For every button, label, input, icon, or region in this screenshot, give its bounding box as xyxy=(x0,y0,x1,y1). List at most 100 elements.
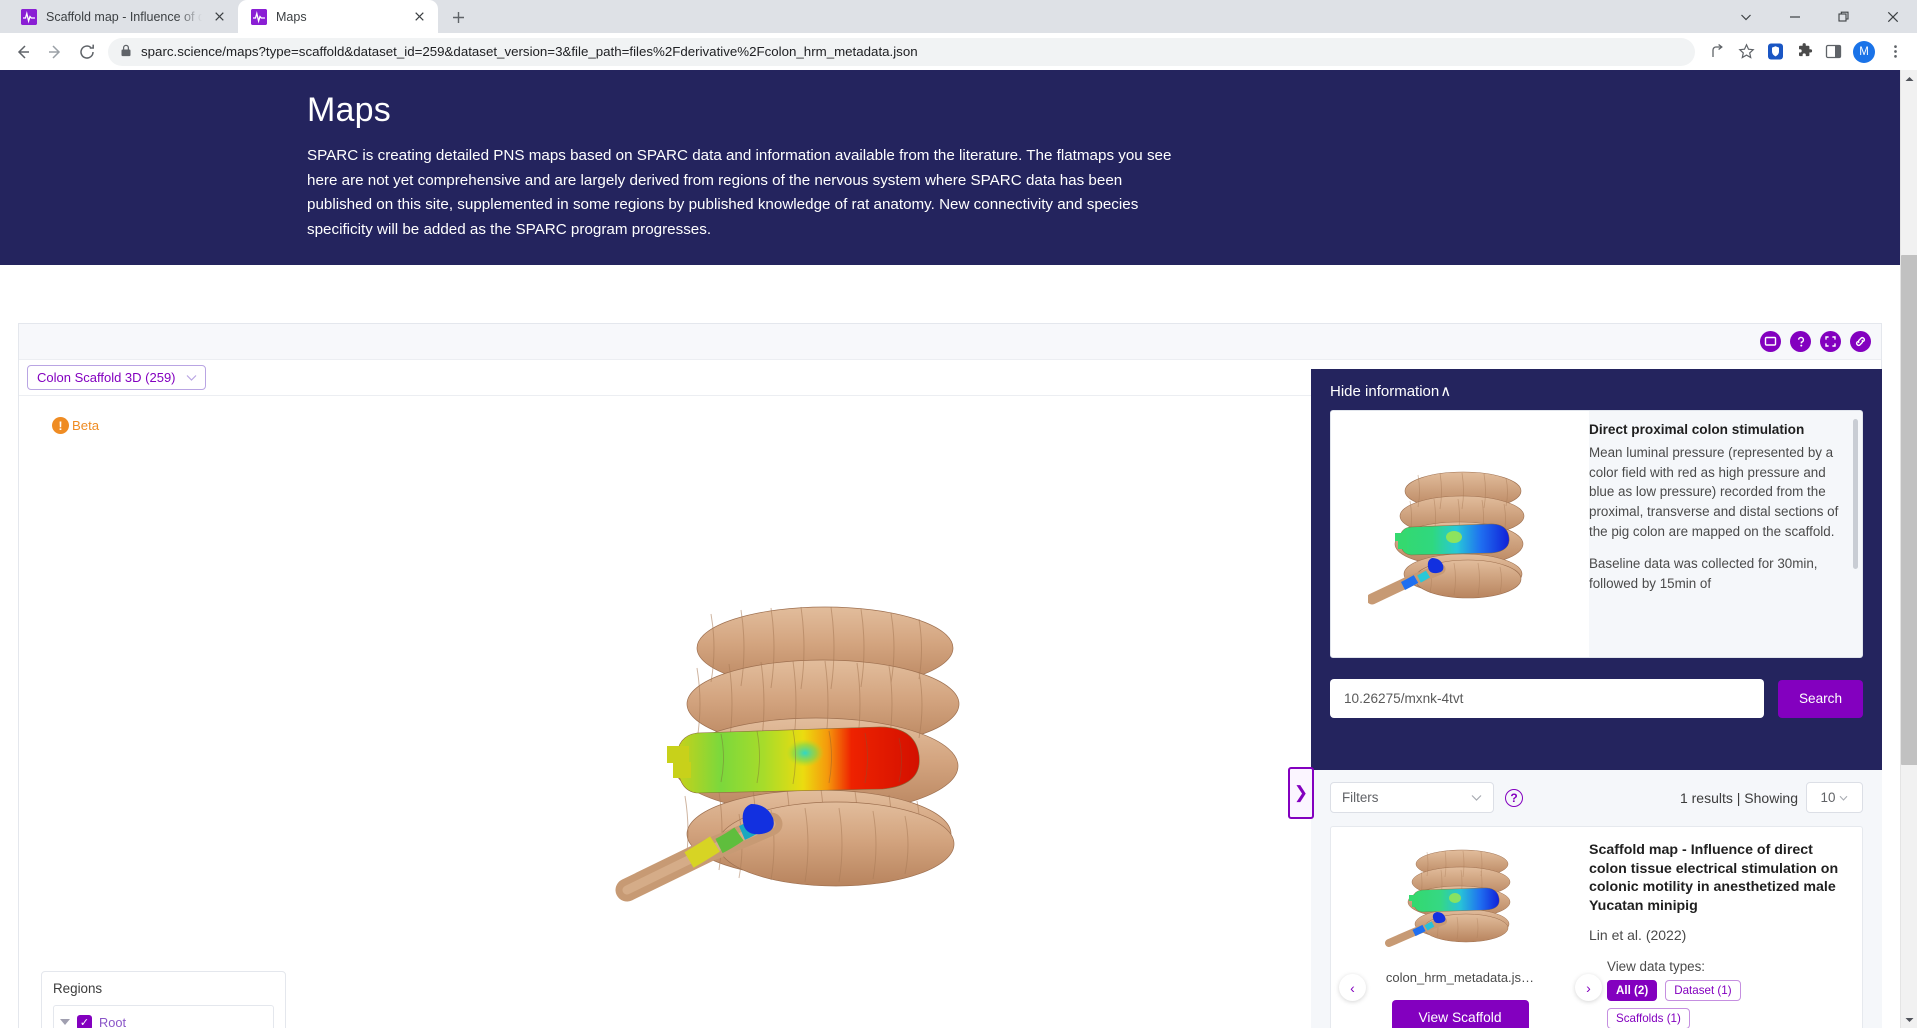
result-card-authors: Lin et al. (2022) xyxy=(1589,926,1687,943)
browser-tab-2[interactable]: Maps xyxy=(238,0,438,33)
result-card-filename: colon_hrm_metadata.js… xyxy=(1385,970,1535,985)
link-icon[interactable] xyxy=(1850,331,1871,352)
browser-tab-1-title: Scaffold map - Influence of direc xyxy=(46,9,202,24)
fullscreen-icon[interactable] xyxy=(1820,331,1841,352)
close-icon[interactable] xyxy=(211,8,228,25)
results-area: Filters ? 1 results | Showing 10 colon_h… xyxy=(1311,770,1882,1028)
minimize-icon[interactable] xyxy=(1770,0,1819,33)
scroll-down-icon[interactable] xyxy=(1901,1011,1917,1028)
beta-label: Beta xyxy=(72,418,100,433)
showing-value: 10 xyxy=(1820,790,1836,805)
info-card-scrollbar[interactable] xyxy=(1853,419,1858,569)
address-bar[interactable]: sparc.science/maps?type=scaffold&dataset… xyxy=(108,37,1695,66)
info-card-heading: Direct proximal colon stimulation xyxy=(1589,422,1805,437)
chevron-up-icon: ∧ xyxy=(1440,383,1452,400)
sparc-logo-icon xyxy=(251,8,267,25)
scaffold-select-value: Colon Scaffold 3D (259) xyxy=(37,370,176,385)
side-panel-icon[interactable] xyxy=(1819,38,1847,66)
drawer-toggle-handle[interactable]: ❯ xyxy=(1288,767,1314,819)
scrollbar-thumb[interactable] xyxy=(1901,255,1917,765)
chip-dataset[interactable]: Dataset (1) xyxy=(1665,979,1741,1001)
data-type-chips: All (2) Dataset (1) xyxy=(1607,979,1846,1001)
chevron-down-icon xyxy=(1471,790,1482,805)
caret-down-icon[interactable] xyxy=(60,1019,70,1025)
hide-information-button[interactable]: Hide information ∧ xyxy=(1330,382,1452,401)
result-card: colon_hrm_metadata.js… View Scaffold ‹ ›… xyxy=(1330,826,1863,1028)
regions-title: Regions xyxy=(53,981,103,996)
regions-tree: ✓ Root ✓ not all strip sensors xyxy=(53,1005,274,1028)
browser-tab-2-title: Maps xyxy=(276,9,307,24)
restore-icon[interactable] xyxy=(1819,0,1868,33)
help-icon[interactable]: ? xyxy=(1505,788,1523,807)
chip-all[interactable]: All (2) xyxy=(1607,979,1658,1001)
search-button[interactable]: Search xyxy=(1778,679,1863,718)
hero-banner: Maps SPARC is creating detailed PNS maps… xyxy=(0,70,1900,265)
carousel-prev-button[interactable]: ‹ xyxy=(1339,974,1366,1001)
scaffold-select[interactable]: Colon Scaffold 3D (259) xyxy=(27,365,206,390)
address-bar-url: sparc.science/maps?type=scaffold&dataset… xyxy=(141,44,918,59)
showing-select[interactable]: 10 xyxy=(1806,782,1863,813)
shield-extension-icon[interactable] xyxy=(1761,38,1789,66)
filter-row: Filters ? 1 results | Showing 10 xyxy=(1330,782,1863,813)
browser-tab-1[interactable]: Scaffold map - Influence of direc xyxy=(8,0,238,33)
browser-toolbar: sparc.science/maps?type=scaffold&dataset… xyxy=(0,33,1917,70)
new-tab-button[interactable] xyxy=(444,3,472,31)
view-data-types-label: View data types: xyxy=(1607,958,1706,974)
result-card-left: colon_hrm_metadata.js… View Scaffold ‹ › xyxy=(1331,841,1602,1028)
search-row: Search xyxy=(1330,679,1863,718)
result-card-title[interactable]: Scaffold map - Influence of direct colon… xyxy=(1589,841,1846,916)
colon-scaffold-3d[interactable] xyxy=(611,586,1031,926)
tree-label-root: Root xyxy=(99,1014,127,1028)
search-input[interactable] xyxy=(1330,679,1764,718)
bookmark-star-icon[interactable] xyxy=(1732,38,1760,66)
warning-icon: ! xyxy=(52,417,69,434)
forward-button[interactable] xyxy=(40,37,70,67)
checkbox-root[interactable]: ✓ xyxy=(77,1014,92,1028)
results-count-text: 1 results | Showing xyxy=(1679,789,1798,806)
filters-label: Filters xyxy=(1342,790,1379,805)
info-card-thumbnail xyxy=(1331,411,1589,657)
puzzle-extension-icon[interactable] xyxy=(1790,38,1818,66)
browser-menu-icon[interactable] xyxy=(1881,38,1909,66)
scroll-up-icon[interactable] xyxy=(1901,70,1917,87)
profile-avatar[interactable]: M xyxy=(1853,40,1875,63)
page-content: Maps SPARC is creating detailed PNS maps… xyxy=(0,70,1917,1028)
toolbar-right-icons: M xyxy=(1703,38,1909,66)
page-title: Maps xyxy=(307,91,391,129)
chevron-down-icon[interactable] xyxy=(1721,0,1770,33)
back-button[interactable] xyxy=(8,37,38,67)
data-type-chips-row2: Scaffolds (1) xyxy=(1607,1007,1846,1028)
info-card-text: Direct proximal colon stimulation Mean l… xyxy=(1589,411,1862,657)
info-card-paragraph-2: Baseline data was collected for 30min, f… xyxy=(1589,556,1818,592)
view-scaffold-button[interactable]: View Scaffold xyxy=(1391,1000,1529,1028)
display-icon[interactable] xyxy=(1760,331,1781,352)
sparc-logo-icon xyxy=(21,8,37,25)
lock-icon xyxy=(120,44,132,60)
hide-information-label: Hide information xyxy=(1330,382,1440,400)
beta-badge: ! Beta xyxy=(52,417,99,434)
window-controls xyxy=(1721,0,1917,33)
chevron-down-icon xyxy=(186,370,197,385)
info-panel: Hide information ∧ Direct proximal colon… xyxy=(1311,369,1882,770)
info-card: Direct proximal colon stimulation Mean l… xyxy=(1330,410,1863,658)
info-card-paragraph-1: Mean luminal pressure (represented by a … xyxy=(1589,444,1839,539)
share-icon[interactable] xyxy=(1703,38,1731,66)
close-icon[interactable] xyxy=(411,8,428,25)
reload-button[interactable] xyxy=(72,37,102,67)
results-count-group: 1 results | Showing 10 xyxy=(1680,782,1863,813)
page-scrollbar[interactable] xyxy=(1900,70,1917,1028)
carousel-next-button[interactable]: › xyxy=(1575,974,1602,1001)
chevron-down-icon xyxy=(1839,790,1848,805)
filters-select[interactable]: Filters xyxy=(1330,782,1494,813)
browser-chrome: Scaffold map - Influence of direc Maps xyxy=(0,0,1917,70)
result-card-right: Scaffold map - Influence of direct colon… xyxy=(1589,841,1862,1028)
tab-strip: Scaffold map - Influence of direc Maps xyxy=(0,0,1917,33)
help-icon[interactable] xyxy=(1790,331,1811,352)
result-card-thumbnail[interactable] xyxy=(1385,841,1535,949)
tree-row-root[interactable]: ✓ Root xyxy=(60,1011,267,1028)
regions-panel: Regions ✓ Root ✓ not all strip sensors xyxy=(41,971,286,1028)
hero-description: SPARC is creating detailed PNS maps base… xyxy=(307,147,1172,238)
chip-scaffolds[interactable]: Scaffolds (1) xyxy=(1607,1007,1690,1028)
close-icon[interactable] xyxy=(1868,0,1917,33)
map-icon-bar xyxy=(19,324,1881,360)
